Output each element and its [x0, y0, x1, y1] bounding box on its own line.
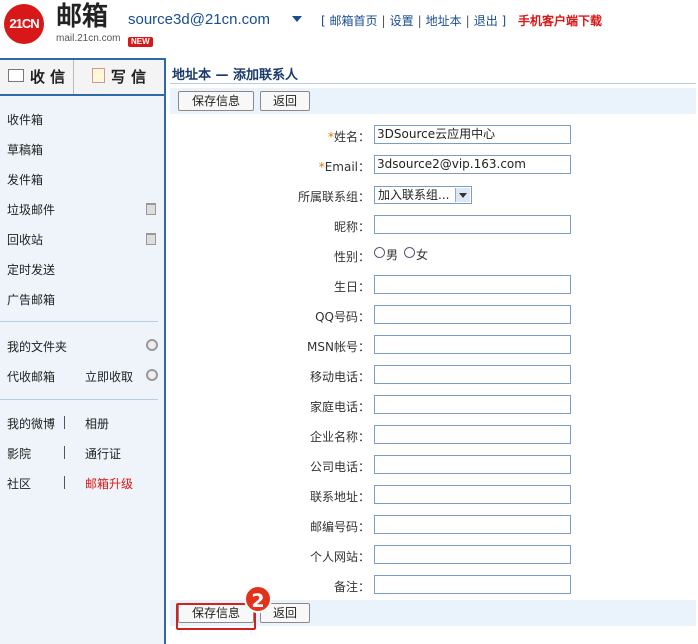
website-field[interactable]	[374, 545, 571, 564]
name-field[interactable]: 3DSource云应用中心	[374, 125, 571, 144]
zip-label: 邮编号码：	[309, 520, 370, 534]
trash-icon[interactable]	[146, 233, 156, 245]
nav-mail-home[interactable]: 邮箱首页	[330, 14, 378, 28]
msn-label: MSN帐号：	[307, 340, 370, 354]
email-field[interactable]: 3dsource2@vip.163.com	[374, 155, 571, 174]
main-panel: 地址本 — 添加联系人 保存信息 返回 *姓名： 3DSource云应用中心 *…	[166, 58, 698, 644]
sidebar-divider	[0, 321, 158, 322]
compose-icon	[91, 68, 105, 83]
qq-field[interactable]	[374, 305, 571, 324]
folder-recycle[interactable]: 回收站	[7, 231, 43, 248]
gear-icon[interactable]	[146, 339, 158, 351]
gender-female-label: 女	[416, 248, 429, 262]
title-divider	[170, 83, 696, 84]
link-cinema[interactable]: 影院	[7, 445, 31, 462]
chevron-down-icon[interactable]	[292, 16, 302, 22]
email-label: *Email：	[318, 160, 370, 174]
gender-male-label: 男	[386, 248, 399, 262]
office-phone-field[interactable]	[374, 455, 571, 474]
new-badge: NEW	[128, 37, 153, 47]
compose-row: 收 信 写 信	[0, 58, 164, 96]
write-mail-button[interactable]: 写 信	[74, 60, 164, 94]
top-nav: [ 邮箱首页 | 设置 | 地址本 | 退出 ] 手机客户端下载	[321, 14, 603, 28]
group-label: 所属联系组：	[297, 190, 370, 204]
note-field[interactable]	[374, 575, 571, 594]
folder-ads[interactable]: 广告邮箱	[7, 291, 55, 308]
envelope-icon	[7, 69, 24, 82]
sidebar-divider	[0, 399, 158, 400]
save-button-highlight	[176, 603, 256, 630]
back-button[interactable]: 返回	[260, 91, 310, 111]
account-name[interactable]: source3d@21cn.com	[128, 11, 270, 28]
logo-title[interactable]: 邮箱	[56, 3, 108, 31]
sidebar: 收 信 写 信 收件箱 草稿箱 发件箱 垃圾邮件 回收站 定时发送 广告邮箱 我…	[0, 58, 166, 644]
nav-logout[interactable]: 退出	[474, 14, 498, 28]
msn-field[interactable]	[374, 335, 571, 354]
chevron-down-icon[interactable]	[455, 188, 470, 202]
separator	[64, 476, 65, 489]
separator	[64, 446, 65, 459]
link-album[interactable]: 相册	[85, 415, 109, 432]
page-title: 地址本 — 添加联系人	[172, 68, 299, 83]
trash-icon[interactable]	[146, 203, 156, 215]
step-number-badge: 2	[244, 585, 272, 613]
birthday-field[interactable]	[374, 275, 571, 294]
proxy-mailbox[interactable]: 代收邮箱	[7, 368, 55, 385]
logo-subtitle: mail.21cn.com	[56, 33, 121, 44]
gender-label: 性别：	[333, 250, 370, 264]
contact-group-select[interactable]: 加入联系组...	[374, 186, 472, 204]
name-label: *姓名：	[327, 130, 370, 144]
save-button[interactable]: 保存信息	[178, 91, 254, 111]
gender-female-radio[interactable]	[404, 247, 415, 258]
link-mailbox-upgrade[interactable]: 邮箱升级	[85, 475, 133, 492]
mobile-client-download-link[interactable]: 手机客户端下载	[518, 14, 602, 28]
receive-mail-button[interactable]: 收 信	[0, 60, 74, 94]
link-passport[interactable]: 通行证	[85, 445, 121, 462]
gender-male-radio[interactable]	[374, 247, 385, 258]
fetch-now-link[interactable]: 立即收取	[85, 368, 133, 385]
link-weibo[interactable]: 我的微博	[7, 415, 55, 432]
zip-field[interactable]	[374, 515, 571, 534]
receive-mail-label: 收 信	[29, 68, 66, 86]
address-field[interactable]	[374, 485, 571, 504]
nickname-label: 昵称：	[333, 220, 370, 234]
company-field[interactable]	[374, 425, 571, 444]
mobile-phone-field[interactable]	[374, 365, 571, 384]
toolbar-top: 保存信息 返回	[170, 88, 696, 114]
address-label: 联系地址：	[309, 490, 370, 504]
home-phone-label: 家庭电话：	[309, 400, 370, 414]
nickname-field[interactable]	[374, 215, 571, 234]
nav-settings[interactable]: 设置	[390, 14, 414, 28]
home-phone-field[interactable]	[374, 395, 571, 414]
qq-label: QQ号码：	[315, 310, 370, 324]
company-label: 企业名称：	[309, 430, 370, 444]
separator	[64, 416, 65, 429]
gear-icon[interactable]	[146, 369, 158, 381]
website-label: 个人网站：	[309, 550, 370, 564]
folder-inbox[interactable]: 收件箱	[7, 111, 43, 128]
mobile-phone-label: 移动电话：	[309, 370, 370, 384]
office-phone-label: 公司电话：	[309, 460, 370, 474]
contact-group-value: 加入联系组...	[378, 188, 450, 202]
link-community[interactable]: 社区	[7, 475, 31, 492]
note-label: 备注：	[333, 580, 370, 594]
folder-drafts[interactable]: 草稿箱	[7, 141, 43, 158]
folder-sent[interactable]: 发件箱	[7, 171, 43, 188]
folder-spam[interactable]: 垃圾邮件	[7, 201, 55, 218]
nav-address-book[interactable]: 地址本	[426, 14, 462, 28]
logo-mark[interactable]: 21CN	[4, 4, 44, 44]
write-mail-label: 写 信	[110, 68, 147, 86]
folder-scheduled[interactable]: 定时发送	[7, 261, 55, 278]
header: 21CN 邮箱 mail.21cn.com source3d@21cn.com …	[0, 0, 698, 58]
birthday-label: 生日：	[333, 280, 370, 294]
my-folders[interactable]: 我的文件夹	[7, 338, 67, 355]
